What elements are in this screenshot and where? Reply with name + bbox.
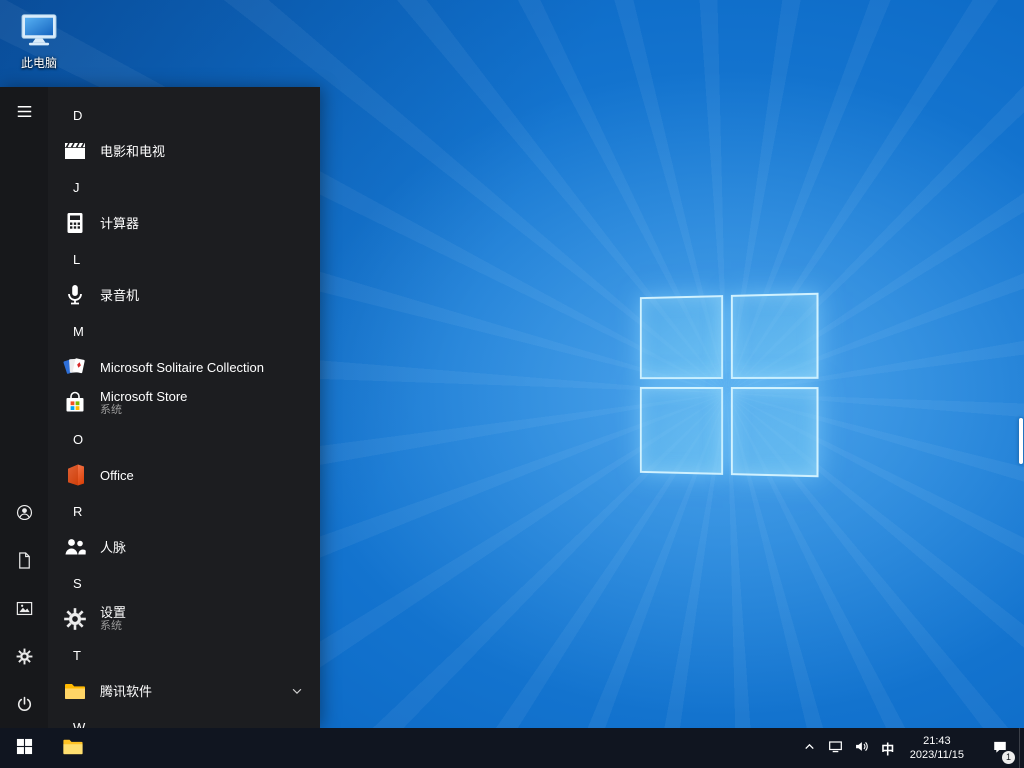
volume-icon — [854, 739, 869, 757]
section-letter-label: R — [73, 503, 83, 519]
show-desktop-button[interactable] — [1019, 728, 1024, 768]
start-menu-app-list: D 电影和电视 J 计算器 L 录音机 M Microsoft Solitaire Colle… — [48, 87, 320, 728]
logo-pane — [730, 387, 819, 478]
rail-bottom-group — [0, 488, 48, 728]
documents-icon — [15, 551, 34, 570]
app-label: 腾讯软件 — [100, 683, 153, 699]
clock-time: 21:43 — [923, 735, 951, 747]
section-letter-L[interactable]: L — [48, 241, 320, 277]
office-icon — [60, 460, 90, 490]
movies-tv-icon — [60, 136, 90, 166]
section-letter-label: T — [73, 647, 81, 663]
start-menu: D 电影和电视 J 计算器 L 录音机 M Microsoft Solitaire Colle… — [0, 87, 320, 728]
edge-scrollbar-thumb[interactable] — [1019, 418, 1023, 464]
start-app-item[interactable]: 腾讯软件 — [48, 673, 320, 709]
start-app-item[interactable]: Office — [48, 457, 320, 493]
notification-badge: 1 — [1002, 751, 1015, 764]
start-menu-rail — [0, 87, 48, 728]
chevron-down-icon — [290, 684, 304, 698]
section-letter-label: M — [73, 323, 84, 339]
section-letter-T[interactable]: T — [48, 637, 320, 673]
gear-icon — [15, 647, 34, 666]
app-subtitle: 系统 — [100, 620, 122, 632]
file-explorer-button[interactable] — [48, 728, 96, 768]
start-button[interactable] — [0, 728, 48, 768]
section-letter-J[interactable]: J — [48, 169, 320, 205]
solitaire-icon — [60, 352, 90, 382]
account-icon — [15, 503, 34, 522]
start-app-item[interactable]: Microsoft Solitaire Collection — [48, 349, 320, 385]
taskbar-clock[interactable]: 21:43 2023/11/15 — [901, 728, 973, 768]
voice-recorder-icon — [60, 280, 90, 310]
desktop-icon-this-pc[interactable]: 此电脑 — [8, 8, 70, 71]
settings-icon — [60, 604, 90, 634]
this-pc-icon — [17, 8, 61, 52]
ime-indicator[interactable]: 中 — [875, 728, 901, 768]
start-app-item[interactable]: 录音机 — [48, 277, 320, 313]
start-app-item[interactable]: Microsoft Store 系统 — [48, 385, 320, 421]
windows-logo-icon — [16, 738, 33, 758]
hamburger-icon — [15, 102, 34, 121]
app-label: 录音机 — [100, 287, 140, 303]
section-letter-R[interactable]: R — [48, 493, 320, 529]
logo-pane — [730, 292, 819, 379]
pictures-button[interactable] — [0, 584, 48, 632]
app-label: 电影和电视 — [100, 143, 166, 159]
app-label: 设置 — [100, 605, 127, 620]
logo-pane — [639, 295, 724, 380]
folder-icon — [60, 676, 90, 706]
network-icon — [828, 739, 843, 757]
start-app-item[interactable]: 人脉 — [48, 529, 320, 565]
windows-logo-wallpaper — [639, 292, 819, 478]
calculator-icon — [60, 208, 90, 238]
file-explorer-icon — [61, 735, 84, 761]
taskbar: 中 21:43 2023/11/15 1 — [0, 728, 1024, 768]
desktop: 此电脑 D 电影和电视 J 计算器 L 录音机 M Microsoft Solitaire C… — [0, 0, 1024, 768]
settings-rail-button[interactable] — [0, 632, 48, 680]
clock-date: 2023/11/15 — [909, 749, 964, 761]
this-pc-label: 此电脑 — [20, 56, 57, 70]
section-letter-label: D — [73, 107, 83, 123]
app-label: 计算器 — [100, 215, 140, 231]
section-letter-label: S — [73, 575, 82, 591]
pictures-icon — [15, 599, 34, 618]
power-icon — [15, 695, 34, 714]
start-app-item[interactable]: 电影和电视 — [48, 133, 320, 169]
system-tray: 中 21:43 2023/11/15 1 — [797, 728, 1024, 768]
documents-button[interactable] — [0, 536, 48, 584]
app-subtitle: 系统 — [100, 404, 122, 416]
store-icon — [60, 388, 90, 418]
action-center-button[interactable]: 1 — [981, 728, 1019, 768]
network-button[interactable] — [823, 728, 849, 768]
rail-top-group — [0, 87, 48, 135]
section-letter-M[interactable]: M — [48, 313, 320, 349]
section-letter-S[interactable]: S — [48, 565, 320, 601]
section-letter-label: O — [73, 431, 84, 447]
section-letter-label: W — [73, 719, 86, 729]
logo-pane — [639, 386, 724, 475]
section-letter-W[interactable]: W — [48, 709, 320, 729]
power-button[interactable] — [0, 680, 48, 728]
expand-menu-button[interactable] — [0, 87, 48, 135]
volume-button[interactable] — [849, 728, 875, 768]
account-button[interactable] — [0, 488, 48, 536]
section-letter-O[interactable]: O — [48, 421, 320, 457]
section-letter-label: J — [73, 179, 80, 195]
start-app-item[interactable]: 计算器 — [48, 205, 320, 241]
section-letter-label: L — [73, 251, 81, 267]
app-label: Office — [100, 467, 134, 483]
hidden-icons-button[interactable] — [797, 728, 823, 768]
chevron-up-icon — [802, 739, 817, 757]
start-app-item[interactable]: 设置 系统 — [48, 601, 320, 637]
app-label: Microsoft Store — [100, 389, 188, 404]
people-icon — [60, 532, 90, 562]
app-label: 人脉 — [100, 539, 127, 555]
section-letter-D[interactable]: D — [48, 97, 320, 133]
app-label: Microsoft Solitaire Collection — [100, 359, 265, 375]
